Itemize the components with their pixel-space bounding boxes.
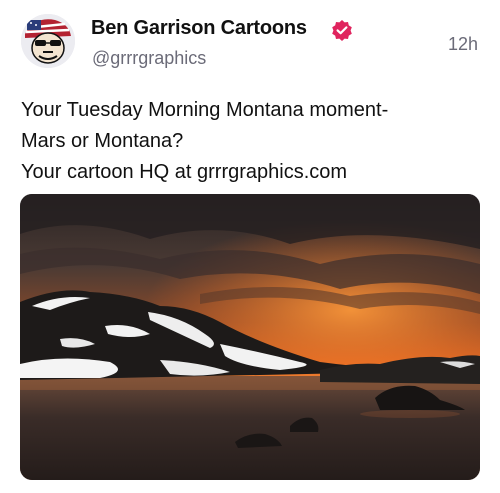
author-avatar[interactable] bbox=[21, 14, 75, 68]
verified-badge-icon bbox=[332, 20, 352, 41]
post-body: Your Tuesday Morning Montana moment- Mar… bbox=[21, 95, 481, 188]
social-post: Ben Garrison Cartoons @grrrgraphics 12h … bbox=[0, 0, 500, 493]
post-text-line: Your cartoon HQ at grrrgraphics.com bbox=[21, 161, 348, 183]
post-timestamp[interactable]: 12h bbox=[448, 34, 478, 55]
post-text-line: Mars or Montana? bbox=[21, 130, 184, 152]
post-photo[interactable] bbox=[20, 194, 480, 480]
mountain-lake-sunset-photo bbox=[20, 194, 480, 480]
author-name[interactable]: Ben Garrison Cartoons bbox=[91, 17, 307, 40]
author-handle[interactable]: @grrrgraphics bbox=[92, 48, 206, 69]
post-text-line: Your Tuesday Morning Montana moment- bbox=[21, 99, 389, 121]
cartoon-avatar-icon bbox=[21, 14, 75, 68]
